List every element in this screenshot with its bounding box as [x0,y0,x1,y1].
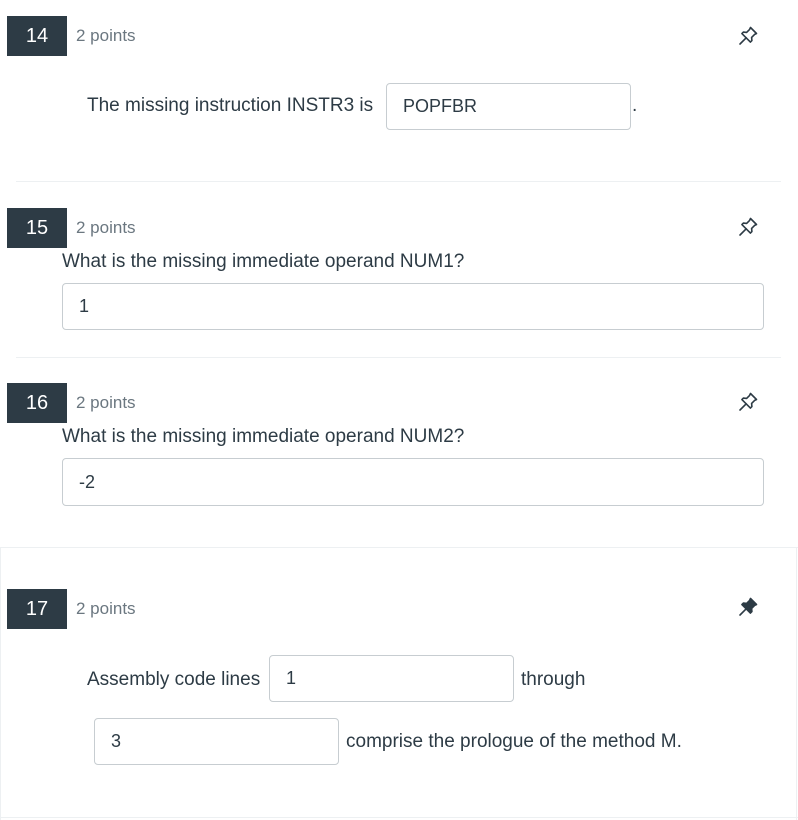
question-number: 14 [7,16,67,56]
answer-input[interactable]: 1 [62,283,764,330]
pin-outline-icon[interactable] [736,24,760,48]
question-15: 15 2 points What is the missing immediat… [0,181,798,357]
question-points: 2 points [76,393,136,412]
pin-filled-icon[interactable] [736,595,760,619]
question-prompt-middle: through [521,669,586,690]
question-points: 2 points [76,218,136,237]
answer-input-start-line[interactable]: 1 [269,655,514,702]
pin-outline-icon[interactable] [736,390,760,414]
question-divider [0,817,798,818]
question-points: 2 points [76,26,136,45]
question-17: 17 2 points Assembly code lines 1 throug… [0,547,798,817]
pin-outline-icon[interactable] [736,215,760,239]
question-prompt: What is the missing immediate operand NU… [62,251,465,272]
question-prompt: The missing instruction INSTR3 is [87,95,374,116]
question-prompt: Assembly code lines [87,669,261,690]
question-number: 16 [7,383,67,423]
question-14: 14 2 points The missing instruction INST… [0,0,798,181]
answer-input[interactable]: POPFBR [386,83,631,130]
prompt-suffix: . [632,95,638,116]
question-prompt: What is the missing immediate operand NU… [62,426,465,447]
answer-input[interactable]: -2 [62,458,764,506]
question-points: 2 points [76,599,136,618]
question-prompt-end: comprise the prologue of the method M. [346,731,682,752]
question-number: 15 [7,208,67,248]
answer-input-end-line[interactable]: 3 [94,718,339,765]
question-16: 16 2 points What is the missing immediat… [0,357,798,547]
question-number: 17 [7,589,67,629]
